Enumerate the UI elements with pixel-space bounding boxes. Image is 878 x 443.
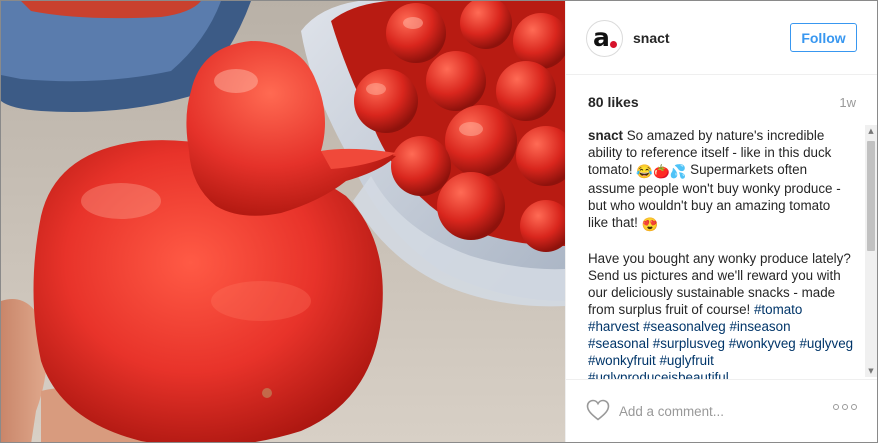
follow-button[interactable]: Follow: [790, 23, 857, 52]
comment-input[interactable]: [619, 401, 819, 421]
post-header: a snact Follow: [566, 1, 877, 75]
tomato-emoji: 🍅: [653, 164, 670, 179]
likes-row: 80 likes 1w: [566, 75, 877, 123]
hashtag-link[interactable]: #uglyfruit: [659, 353, 713, 368]
scroll-up-arrow-icon[interactable]: ▲: [865, 125, 877, 137]
laughing-emoji: 😂: [636, 164, 654, 179]
more-dot: [842, 404, 848, 410]
caption: snact So amazed by nature's incredible a…: [588, 127, 854, 379]
avatar-logo-letter: a: [593, 23, 610, 52]
hashtag-link[interactable]: #tomato: [754, 302, 802, 317]
more-dot: [851, 404, 857, 410]
sweat-droplets-emoji: 💦: [669, 164, 687, 179]
comment-bar: [566, 379, 877, 442]
caption-scrollbar[interactable]: ▲ ▼: [865, 125, 877, 377]
hashtag-link[interactable]: #uglyproduceisbeautiful: [588, 370, 729, 379]
instagram-post-modal: a snact Follow 80 likes 1w snact So amaz…: [0, 0, 878, 443]
hashtag-link[interactable]: #seasonalveg: [643, 319, 726, 334]
likes-count[interactable]: 80 likes: [588, 94, 639, 110]
post-side-panel: a snact Follow 80 likes 1w snact So amaz…: [565, 1, 877, 442]
caption-username[interactable]: snact: [588, 128, 623, 143]
caption-text-3: Have you bought any wonky produce lately…: [588, 251, 851, 317]
hashtag-link[interactable]: #wonkyfruit: [588, 353, 656, 368]
hashtag-link[interactable]: #wonkyveg: [729, 336, 796, 351]
scroll-down-arrow-icon[interactable]: ▼: [865, 365, 877, 377]
hashtag-link[interactable]: #inseason: [729, 319, 790, 334]
heart-eyes-emoji: 😍: [641, 217, 659, 232]
avatar-logo-dot: [610, 41, 617, 48]
duck-tomato-image: [1, 1, 565, 442]
hashtag-link[interactable]: #harvest: [588, 319, 639, 334]
more-options-icon[interactable]: [833, 404, 857, 410]
heart-icon[interactable]: [586, 399, 610, 426]
post-photo[interactable]: [1, 1, 565, 442]
hashtag-link[interactable]: #seasonal: [588, 336, 649, 351]
post-age[interactable]: 1w: [839, 95, 856, 110]
avatar[interactable]: a: [586, 20, 623, 57]
caption-paragraph-1: snact So amazed by nature's incredible a…: [588, 127, 854, 233]
hashtag-link[interactable]: #surplusveg: [653, 336, 725, 351]
username-link[interactable]: snact: [633, 30, 670, 46]
caption-area: snact So amazed by nature's incredible a…: [566, 123, 877, 379]
more-dot: [833, 404, 839, 410]
caption-paragraph-2: Have you bought any wonky produce lately…: [588, 250, 854, 379]
scrollbar-thumb[interactable]: [867, 141, 875, 251]
hashtag-link[interactable]: #uglyveg: [799, 336, 853, 351]
